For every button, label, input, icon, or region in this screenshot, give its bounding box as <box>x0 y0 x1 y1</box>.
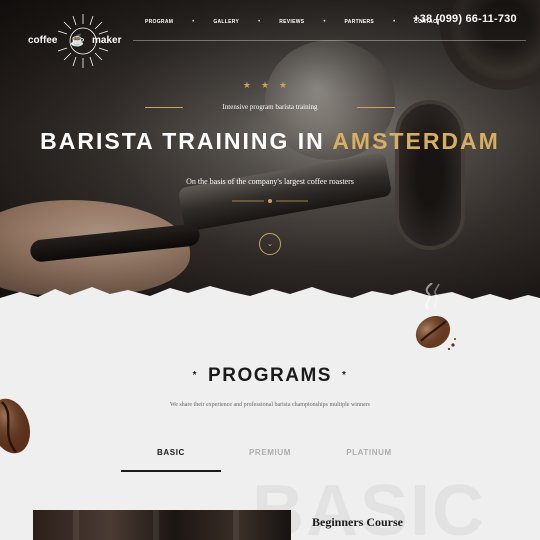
photo-detail <box>73 510 79 540</box>
tab-platinum[interactable]: PLATINUM <box>319 444 419 472</box>
hero-title-accent: AMSTERDAM <box>332 128 500 154</box>
programs-title-text: PROGRAMS <box>208 365 332 386</box>
ornament-divider <box>232 199 308 203</box>
hero-stars: ★★★ <box>242 80 298 90</box>
programs-subtitle: We share their experience and profession… <box>170 402 370 408</box>
photo-detail <box>153 510 159 540</box>
hero-title-main: BARISTA TRAINING IN <box>40 128 333 154</box>
nav-partners[interactable]: PARTNERS <box>345 19 375 25</box>
hero-subtitle: On the basis of the company's largest co… <box>186 177 354 186</box>
hero-kicker-row: Intensive program barista training <box>145 100 395 114</box>
hero-title: BARISTA TRAINING IN AMSTERDAM <box>0 128 540 155</box>
chevron-down-icon: ⌄ <box>266 239 274 248</box>
hero-kicker: Intensive program barista training <box>222 103 318 111</box>
steam-icon <box>425 283 440 310</box>
nav-divider <box>133 40 526 41</box>
tab-basic[interactable]: BASIC <box>121 444 221 472</box>
kicker-line-left <box>145 106 183 108</box>
coffee-cup-icon: ☕ <box>70 33 85 47</box>
title-star-icon: * <box>192 370 199 382</box>
nav-program[interactable]: PROGRAM <box>145 19 173 25</box>
nav-separator: • <box>393 19 396 25</box>
program-tabs: BASIC PREMIUM PLATINUM <box>121 444 419 474</box>
course-photo <box>33 510 291 540</box>
nav-separator: • <box>192 19 195 25</box>
coffee-bean-icon <box>415 315 456 351</box>
nav-gallery[interactable]: GALLERY <box>213 19 239 25</box>
main-nav: PROGRAM • GALLERY • REVIEWS • PARTNERS •… <box>145 16 440 28</box>
photo-detail <box>233 510 239 540</box>
title-star-icon: * <box>341 370 348 382</box>
nav-separator: • <box>323 19 326 25</box>
logo-text-right: maker <box>92 35 122 46</box>
programs-title: * PROGRAMS * <box>0 365 540 387</box>
nav-separator: • <box>258 19 261 25</box>
scroll-down-button[interactable]: ⌄ <box>259 233 281 255</box>
torn-paper-edge <box>0 286 540 348</box>
logo[interactable]: coffee ☕ maker <box>28 12 138 72</box>
course-title: Beginners Course <box>312 515 403 529</box>
kicker-line-right <box>357 106 395 108</box>
logo-text-left: coffee <box>28 35 58 46</box>
nav-reviews[interactable]: REVIEWS <box>279 19 304 25</box>
tab-premium[interactable]: PREMIUM <box>221 444 319 472</box>
phone-link[interactable]: +38 (099) 66-11-730 <box>413 13 517 25</box>
